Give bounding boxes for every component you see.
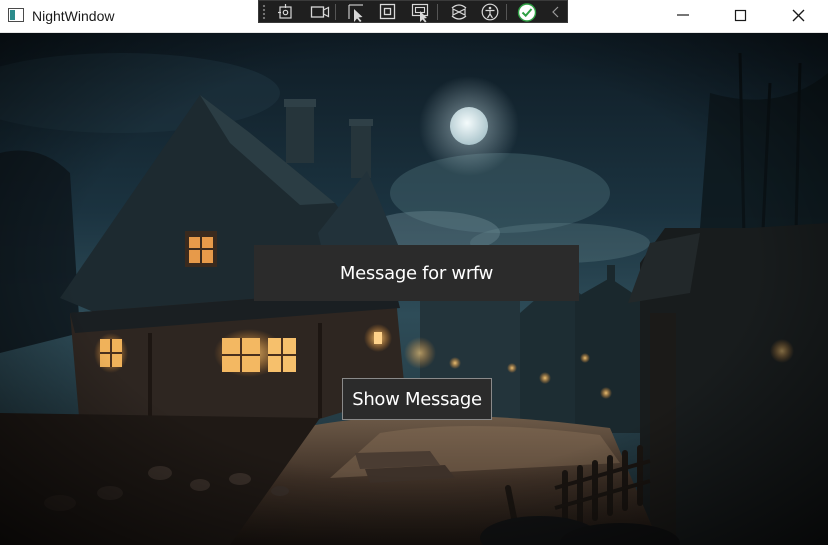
accessibility-icon (481, 3, 499, 21)
window-title: NightWindow (32, 8, 115, 24)
minimize-button[interactable] (660, 0, 706, 32)
close-icon (792, 9, 805, 22)
chevron-left-icon (552, 6, 559, 18)
xaml-debug-toolbar (258, 0, 568, 23)
layout-adorner-icon (411, 3, 429, 23)
display-adorner-button[interactable] (377, 2, 399, 22)
maximize-button[interactable] (718, 0, 764, 32)
checkmark-icon (517, 3, 537, 22)
layout-adorner-button[interactable] (409, 2, 431, 23)
close-button[interactable] (776, 0, 822, 32)
status-button[interactable] (515, 2, 537, 22)
select-element-icon (278, 4, 292, 19)
video-icon (310, 6, 330, 18)
collapse-toolbar-button[interactable] (546, 2, 568, 22)
minimize-icon (677, 14, 689, 16)
hot-reload-icon (451, 4, 467, 20)
pointer-select-button[interactable] (345, 2, 367, 22)
maximize-icon (734, 9, 747, 22)
select-element-button[interactable] (275, 2, 297, 22)
app-icon (8, 8, 24, 22)
adorner-icon (379, 3, 396, 20)
record-video-button[interactable] (308, 2, 330, 22)
toolbar-grip-icon[interactable] (262, 4, 266, 20)
accessibility-button[interactable] (479, 2, 501, 22)
message-panel: Message for wrfw (254, 245, 579, 301)
show-message-button[interactable]: Show Message (342, 378, 492, 420)
message-text: Message for wrfw (339, 262, 494, 284)
hot-reload-button[interactable] (447, 2, 469, 22)
application-window: NightWindow Message for wrfw Show Messag… (0, 0, 828, 545)
pointer-select-icon (348, 4, 363, 22)
